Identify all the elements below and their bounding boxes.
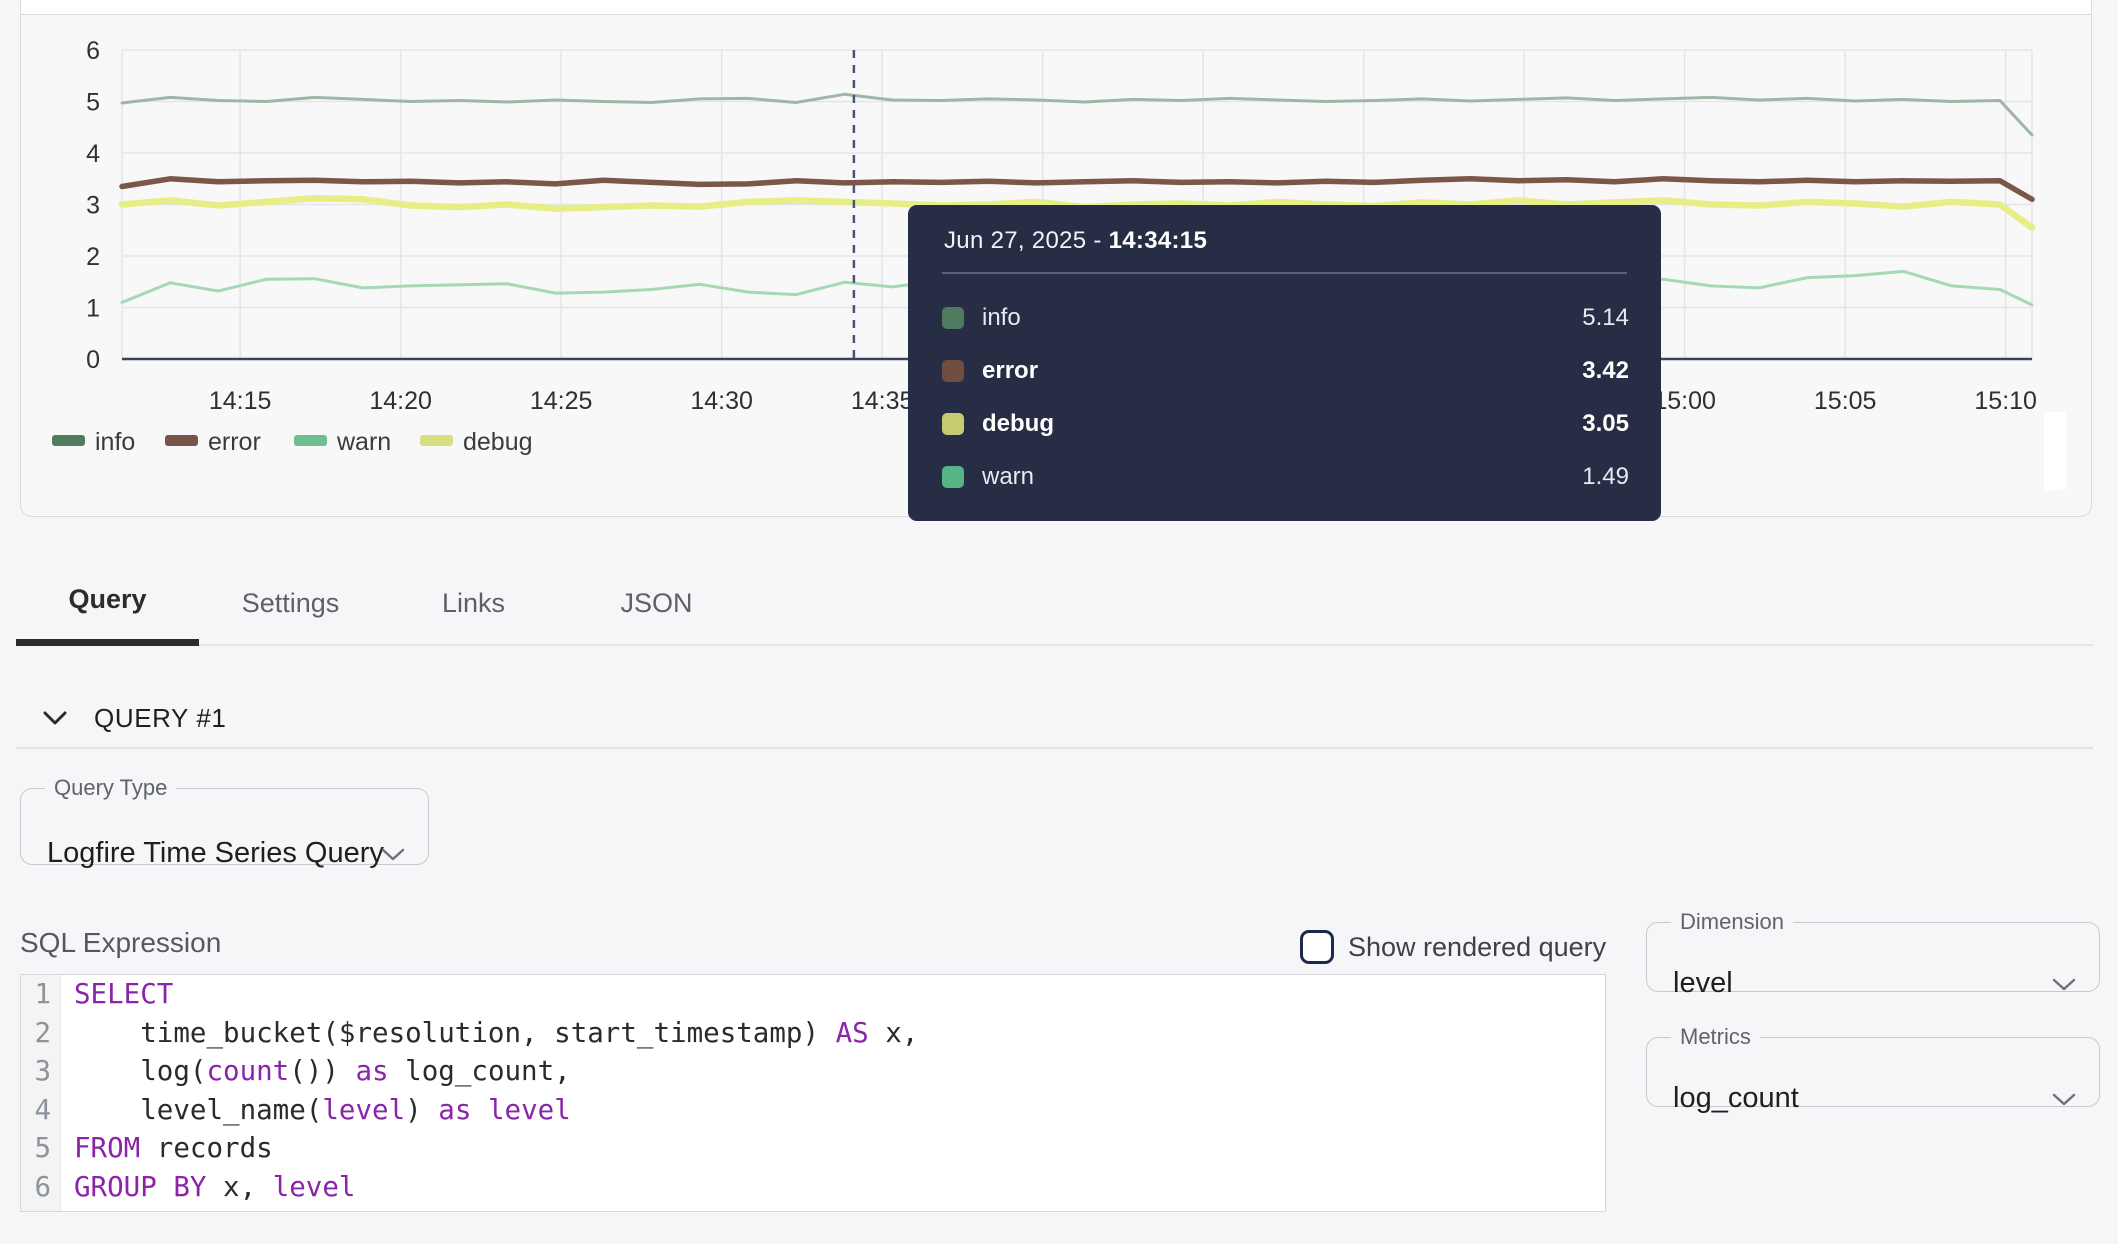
editor-line-numbers: 123456 — [21, 975, 61, 1211]
tooltip-series-label: warn — [982, 463, 1582, 491]
x-tick-label: 15:10 — [1974, 387, 2037, 415]
tooltip-timestamp: Jun 27, 2025 - 14:34:15 — [944, 227, 1207, 255]
tab-settings[interactable]: Settings — [199, 560, 382, 646]
legend-swatch-warn[interactable] — [294, 435, 327, 446]
collapse-chevron-icon — [42, 709, 68, 727]
legend-label-info[interactable]: info — [95, 428, 135, 456]
dimension-value: level — [1673, 967, 1733, 1000]
tooltip-series-label: info — [982, 304, 1582, 332]
tooltip-row-debug: debug3.05 — [908, 397, 1661, 450]
line-number: 3 — [21, 1052, 51, 1091]
tooltip-row-error: error3.42 — [908, 344, 1661, 397]
tooltip-series-label: error — [982, 357, 1582, 385]
x-tick-label: 15:05 — [1814, 387, 1877, 415]
x-tick-label: 14:30 — [690, 387, 753, 415]
x-tick-label: 14:25 — [530, 387, 593, 415]
tooltip-series-value: 3.05 — [1582, 410, 1629, 438]
show-rendered-query-checkbox[interactable]: Show rendered query — [1300, 927, 1606, 967]
legend-swatch-error[interactable] — [165, 435, 198, 446]
y-tick-label: 3 — [86, 192, 100, 220]
legend-swatch-info[interactable] — [52, 435, 85, 446]
section-divider — [16, 747, 2093, 749]
code-line: GROUP BY x, level — [74, 1168, 918, 1207]
tooltip-row-info: info5.14 — [908, 291, 1661, 344]
dimension-select[interactable]: Dimension level — [1646, 911, 2100, 992]
line-number: 4 — [21, 1091, 51, 1130]
tab-json[interactable]: JSON — [565, 560, 748, 646]
line-number: 1 — [21, 975, 51, 1014]
legend-swatch-debug[interactable] — [420, 435, 453, 446]
line-number: 2 — [21, 1014, 51, 1053]
code-line: FROM records — [74, 1129, 918, 1168]
query-type-value: Logfire Time Series Query — [47, 837, 384, 870]
tooltip-series-label: debug — [982, 410, 1582, 438]
chevron-down-icon — [2051, 1092, 2077, 1113]
y-tick-label: 2 — [86, 243, 100, 271]
editor-code[interactable]: SELECT time_bucket($resolution, start_ti… — [61, 975, 918, 1211]
chevron-down-icon — [2051, 977, 2077, 998]
series-line-error — [122, 179, 2032, 200]
metrics-label: Metrics — [1671, 1026, 1760, 1048]
chart-tooltip: Jun 27, 2025 - 14:34:15 info5.14error3.4… — [908, 205, 1661, 521]
code-line: level_name(level) as level — [74, 1091, 918, 1130]
checkbox-label: Show rendered query — [1348, 932, 1606, 963]
metrics-select[interactable]: Metrics log_count — [1646, 1026, 2100, 1107]
code-line: log(count()) as log_count, — [74, 1052, 918, 1091]
x-tick-label: 14:20 — [369, 387, 432, 415]
query-section-header[interactable]: QUERY #1 — [42, 700, 226, 736]
tooltip-series-value: 5.14 — [1582, 304, 1629, 332]
scrollbar-thumb[interactable] — [2044, 412, 2066, 490]
tooltip-series-list: info5.14error3.42debug3.05warn1.49 — [908, 291, 1661, 503]
query-section-title: QUERY #1 — [94, 703, 226, 734]
checkbox-box[interactable] — [1300, 930, 1334, 964]
y-tick-label: 4 — [86, 140, 100, 168]
code-line: SELECT — [74, 975, 918, 1014]
code-line: time_bucket($resolution, start_timestamp… — [74, 1014, 918, 1053]
chevron-down-icon — [380, 847, 406, 868]
chart-panel-header — [21, 0, 2091, 15]
tooltip-time: 14:34:15 — [1109, 227, 1207, 254]
tooltip-date: Jun 27, 2025 - — [944, 227, 1109, 254]
sql-editor[interactable]: 123456 SELECT time_bucket($resolution, s… — [20, 974, 1606, 1212]
metrics-value: log_count — [1673, 1082, 1799, 1115]
sql-expression-label: SQL Expression — [20, 927, 221, 959]
info-swatch-icon — [942, 307, 964, 329]
tooltip-series-value: 3.42 — [1582, 357, 1629, 385]
tooltip-row-warn: warn1.49 — [908, 450, 1661, 503]
y-tick-label: 5 — [86, 89, 100, 117]
line-number: 6 — [21, 1168, 51, 1207]
tab-bar: QuerySettingsLinksJSON — [16, 560, 748, 646]
series-line-info — [122, 94, 2032, 135]
query-type-label: Query Type — [45, 777, 176, 799]
legend-label-debug[interactable]: debug — [463, 428, 533, 456]
y-tick-label: 1 — [86, 295, 100, 323]
tooltip-divider — [942, 272, 1627, 274]
debug-swatch-icon — [942, 413, 964, 435]
x-tick-label: 14:35 — [851, 387, 914, 415]
x-tick-label: 15:00 — [1653, 387, 1716, 415]
line-number: 5 — [21, 1129, 51, 1168]
error-swatch-icon — [942, 360, 964, 382]
x-tick-label: 14:15 — [209, 387, 272, 415]
query-type-select[interactable]: Query Type Logfire Time Series Query — [20, 777, 429, 865]
tab-links[interactable]: Links — [382, 560, 565, 646]
dimension-label: Dimension — [1671, 911, 1793, 933]
warn-swatch-icon — [942, 466, 964, 488]
tab-query[interactable]: Query — [16, 560, 199, 646]
y-tick-label: 0 — [86, 346, 100, 374]
legend-label-warn[interactable]: warn — [336, 428, 391, 456]
y-tick-label: 6 — [86, 37, 100, 65]
legend-label-error[interactable]: error — [208, 428, 261, 456]
tooltip-series-value: 1.49 — [1582, 463, 1629, 491]
